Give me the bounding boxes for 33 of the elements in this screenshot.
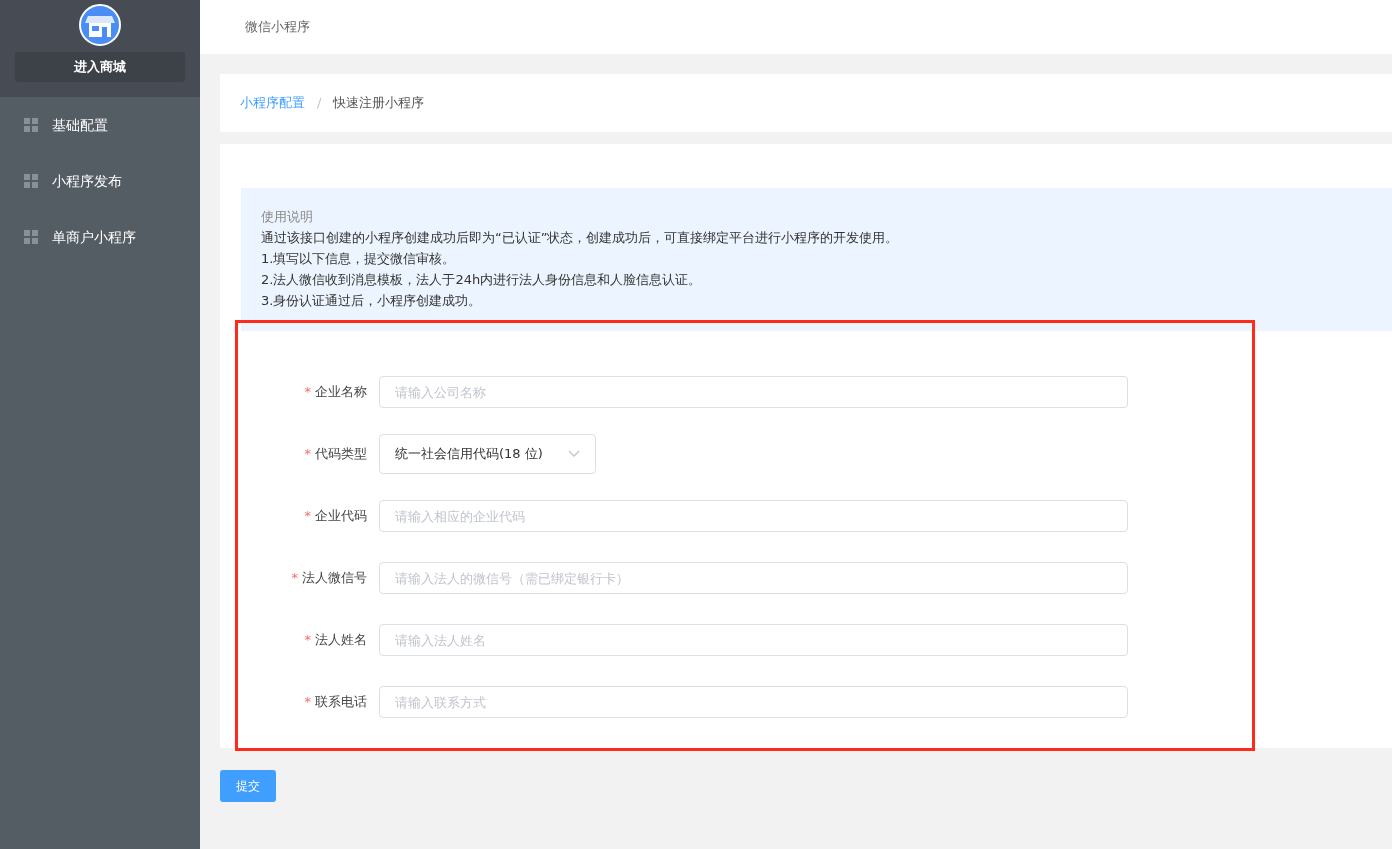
text-input-field[interactable]: 请输入相应的企业代码 [379,500,1128,532]
field-label: 法人微信号 [302,570,367,586]
text-input-field[interactable]: 请输入法人姓名 [379,624,1128,656]
grid-icon [24,230,38,244]
required-asterisk: * [304,632,311,648]
required-asterisk: * [304,508,311,524]
sidebar-item[interactable]: 单商户小程序 [0,209,200,265]
notice-title: 使用说明 [261,208,314,226]
text-input-field[interactable]: 请输入联系方式 [379,686,1128,718]
code-type-select[interactable]: 统一社会信用代码(18 位) [379,434,596,474]
required-asterisk: * [291,570,298,586]
required-asterisk: * [304,694,311,710]
page-title: 微信小程序 [245,18,310,37]
chevron-down-icon [568,450,580,458]
notice-text: 3.身份认证通过后，小程序创建成功。 [261,292,483,310]
grid-icon [24,118,38,132]
field-label: 企业代码 [315,508,367,524]
field-label: 法人姓名 [315,632,367,648]
sidebar-item[interactable]: 基础配置 [0,97,200,153]
sidebar-item[interactable]: 小程序发布 [0,153,200,209]
required-asterisk: * [304,384,311,400]
grid-icon [24,174,38,188]
shop-logo-icon [79,4,121,46]
field-label: 企业名称 [315,384,367,400]
notice-text: 1.填写以下信息，提交微信审核。 [261,250,457,268]
enter-shop-button[interactable]: 进入商城 [15,52,185,82]
required-asterisk: * [304,446,311,462]
field-label: 代码类型 [315,446,367,462]
breadcrumb-current: 快速注册小程序 [333,94,425,113]
notice-text: 通过该接口创建的小程序创建成功后即为“已认证”状态，创建成功后，可直接绑定平台进行小程序的开发使用。 [261,229,900,247]
notice-text: 2.法人微信收到消息模板，法人于24h内进行法人身份信息和人脸信息认证。 [261,271,703,289]
breadcrumb-separator: / [317,94,322,113]
field-label: 联系电话 [315,694,367,710]
